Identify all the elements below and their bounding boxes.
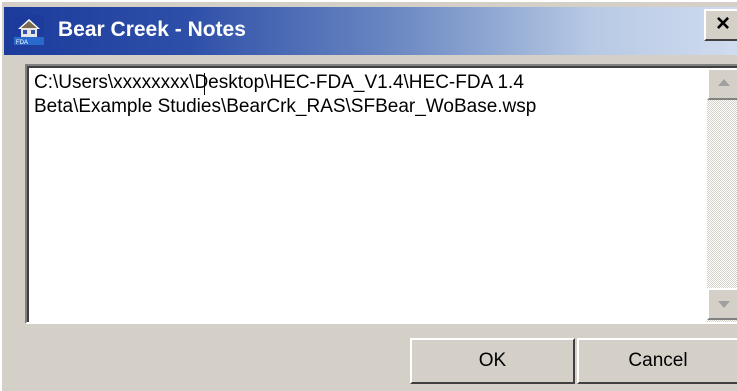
notes-textarea[interactable]: C:\Users\xxxxxxxx\Desktop\HEC-FDA_V1.4\H… [25,64,737,324]
scroll-up-button[interactable] [707,68,737,100]
hec-fda-app-icon: FDA [14,15,44,45]
text-caret [204,73,205,95]
vertical-scrollbar[interactable] [707,68,737,322]
scroll-up-arrow-icon [718,79,730,86]
title-bar[interactable]: FDA Bear Creek - Notes [4,7,737,55]
scroll-down-arrow-icon [718,301,730,308]
cancel-button[interactable]: Cancel [577,338,737,384]
close-icon: × [715,10,730,37]
ok-button[interactable]: OK [410,338,575,384]
window-title: Bear Creek - Notes [58,18,246,41]
notes-textarea-frame: C:\Users\xxxxxxxx\Desktop\HEC-FDA_V1.4\H… [27,66,737,322]
scroll-down-button[interactable] [707,288,737,320]
close-button[interactable]: × [704,9,737,41]
notes-dialog: FDA Bear Creek - Notes × C:\Users\xxxxxx… [0,0,737,391]
svg-text:FDA: FDA [16,40,28,45]
notes-text[interactable]: C:\Users\xxxxxxxx\Desktop\HEC-FDA_V1.4\H… [34,71,694,119]
